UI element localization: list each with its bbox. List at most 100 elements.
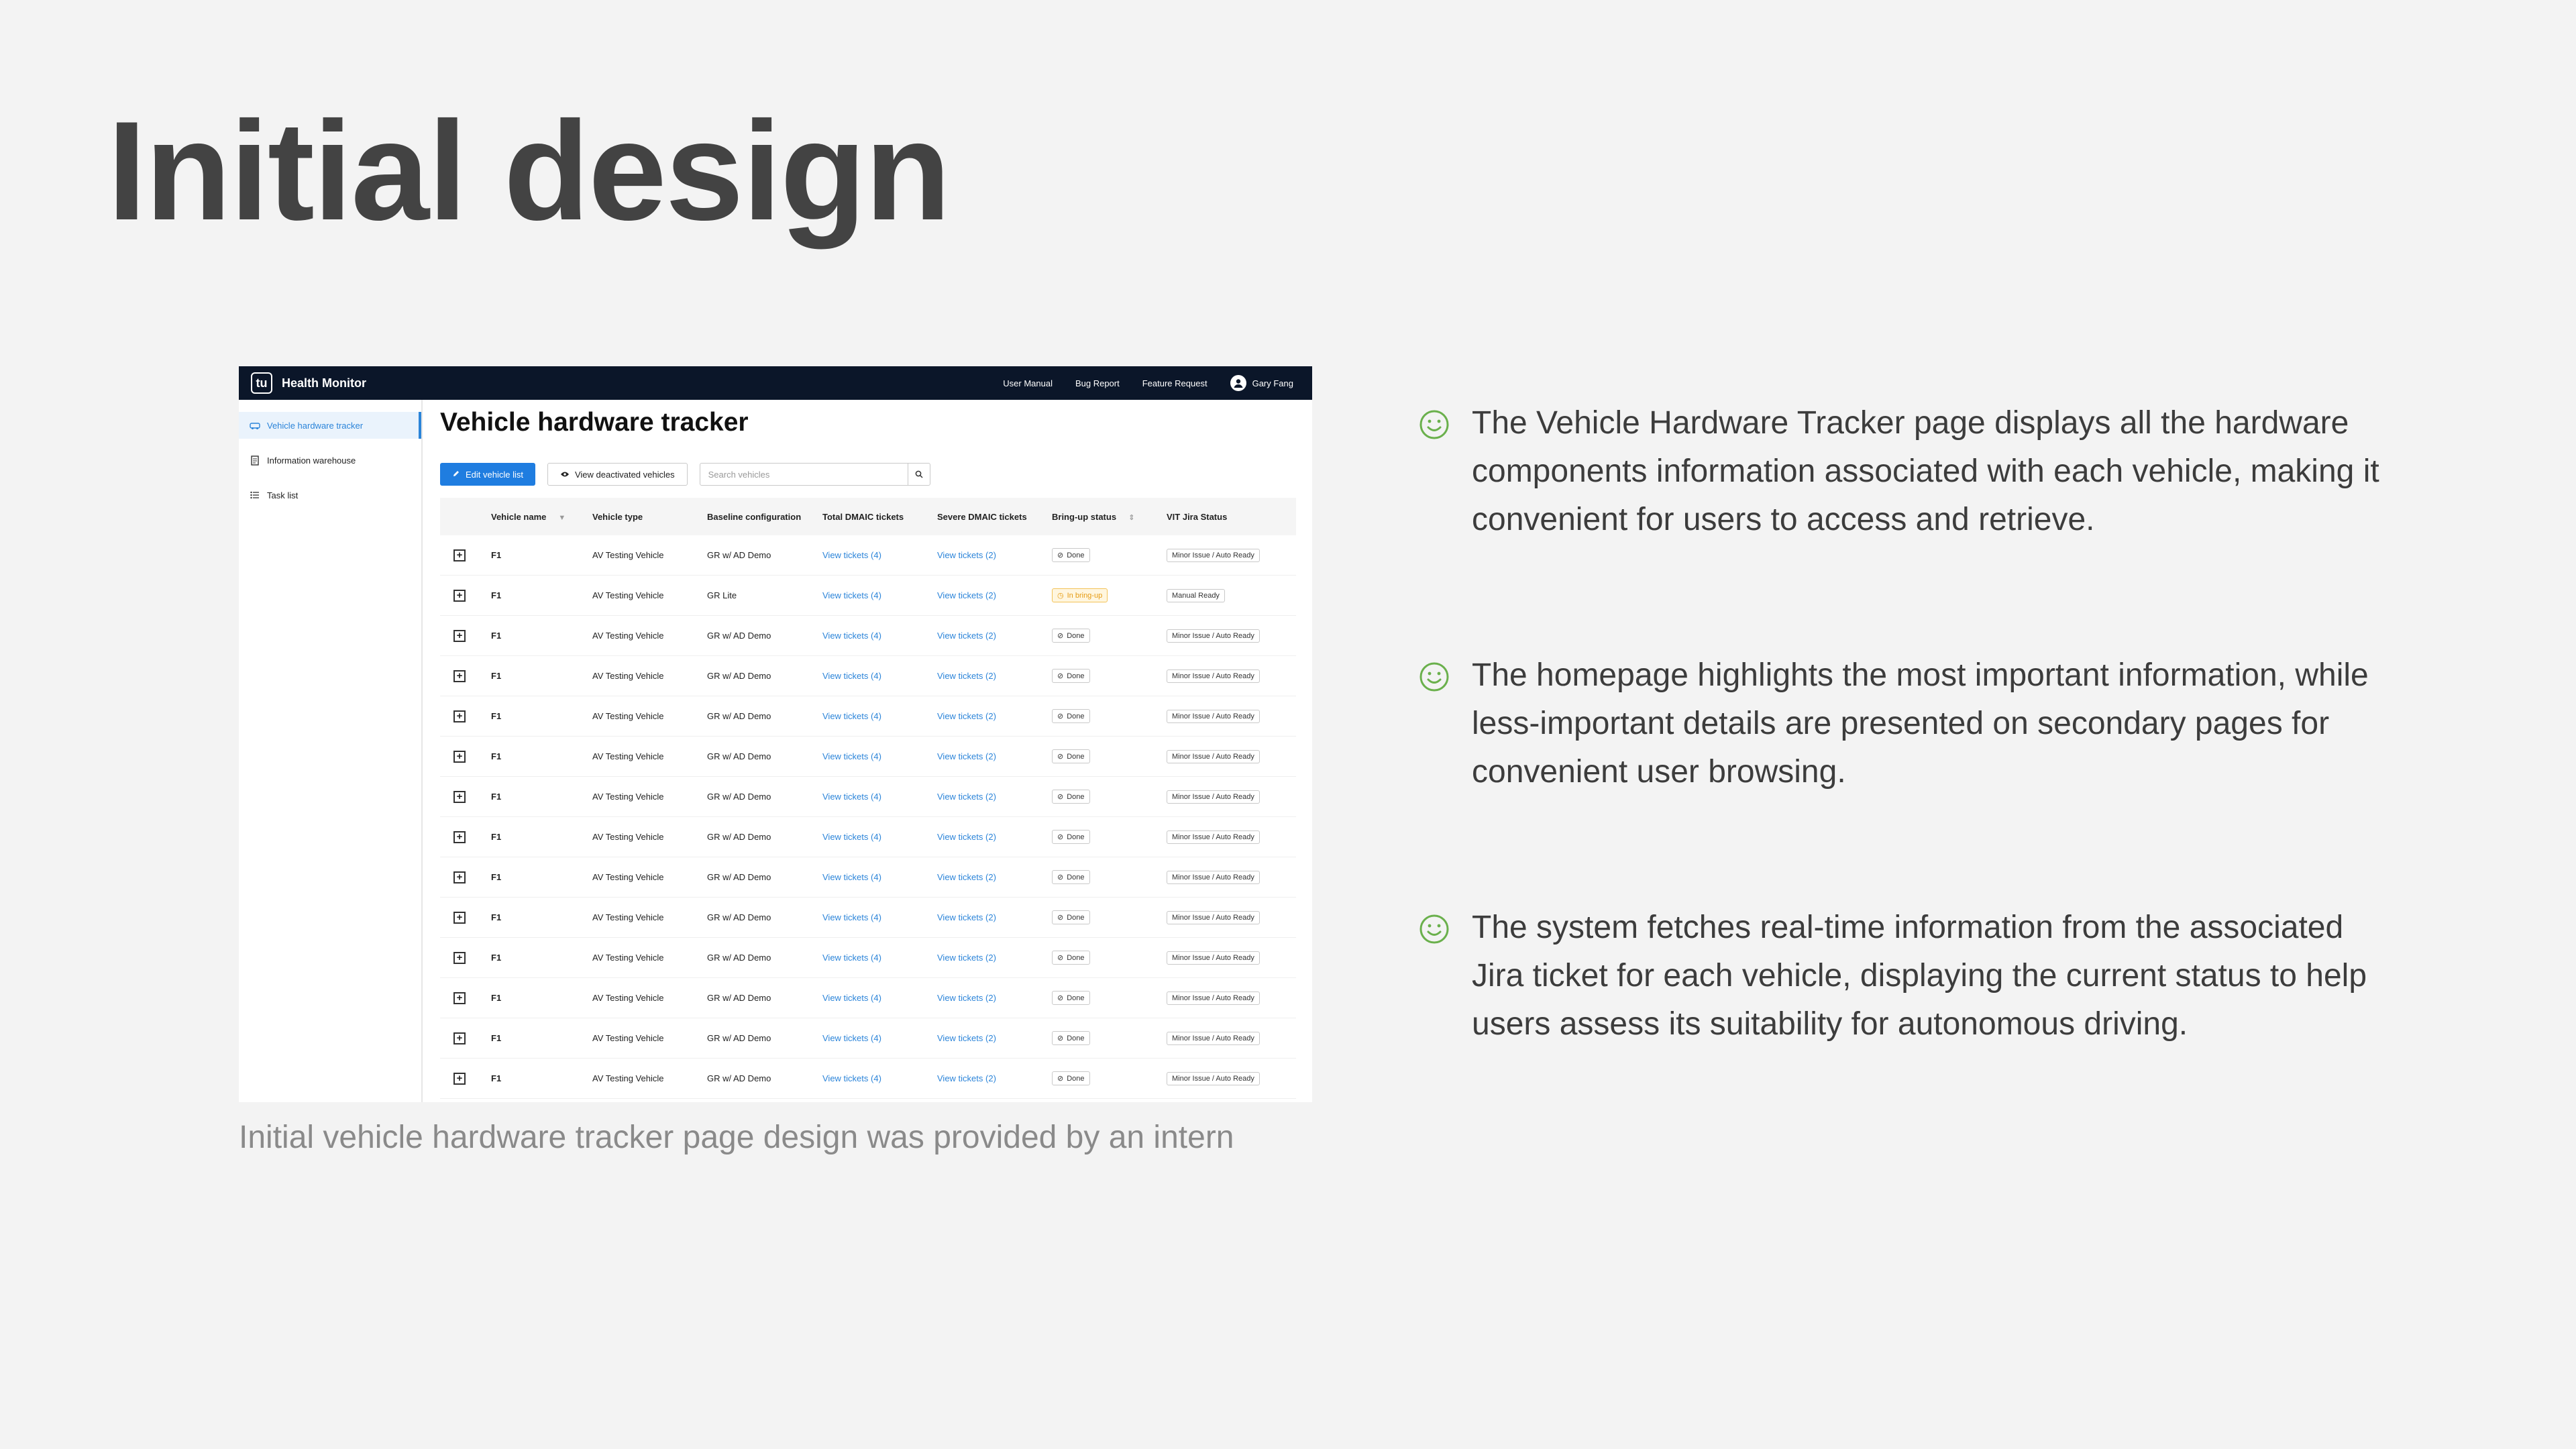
total-tickets-link[interactable]: View tickets (4) <box>822 1018 937 1059</box>
sidebar-item-vehicle-hardware-tracker[interactable]: Vehicle hardware tracker <box>239 412 421 439</box>
column-header: Total DMAIC tickets <box>822 511 904 522</box>
baseline-config-cell: GR w/ AD Demo <box>707 736 822 777</box>
jira-status-badge: Minor Issue / Auto Ready <box>1167 910 1260 924</box>
baseline-config-cell: GR w/ AD Demo <box>707 937 822 978</box>
total-tickets-link[interactable]: View tickets (4) <box>822 897 937 938</box>
total-tickets-link[interactable]: View tickets (4) <box>822 736 937 777</box>
severe-tickets-link[interactable]: View tickets (2) <box>937 857 1052 898</box>
user-manual-link[interactable]: User Manual <box>1003 378 1053 388</box>
bringup-status-badge: ⊘ Done <box>1052 951 1090 965</box>
expand-row-button[interactable]: + <box>453 669 466 682</box>
expand-row-button[interactable]: + <box>453 1032 466 1044</box>
feature-request-link[interactable]: Feature Request <box>1142 378 1208 388</box>
expand-row-button[interactable]: + <box>453 549 466 561</box>
vehicle-type-cell: AV Testing Vehicle <box>592 857 707 898</box>
total-tickets-link[interactable]: View tickets (4) <box>822 615 937 656</box>
sidebar-item-task-list[interactable]: Task list <box>239 482 421 508</box>
baseline-config-cell: GR w/ AD Demo <box>707 655 822 696</box>
total-tickets-link[interactable]: View tickets (4) <box>822 816 937 857</box>
filter-icon[interactable]: ▼ <box>558 514 566 522</box>
severe-tickets-link[interactable]: View tickets (2) <box>937 776 1052 817</box>
jira-status-badge: Minor Issue / Auto Ready <box>1167 749 1260 763</box>
bringup-status-badge: ⊘ Done <box>1052 709 1090 723</box>
table-row: + F1 AV Testing Vehicle GR w/ AD Demo View t… <box>440 776 1296 817</box>
edit-vehicle-list-button[interactable]: Edit vehicle list <box>440 463 535 486</box>
vehicle-name-cell: F1 <box>491 776 592 817</box>
vehicle-name-cell: F1 <box>491 977 592 1018</box>
jira-status-badge: Minor Issue / Auto Ready <box>1167 629 1260 643</box>
baseline-config-cell: GR Lite <box>707 575 822 616</box>
user-menu[interactable]: Gary Fang <box>1230 375 1293 391</box>
total-tickets-link[interactable]: View tickets (4) <box>822 857 937 898</box>
total-tickets-link[interactable]: View tickets (4) <box>822 535 937 576</box>
view-deactivated-vehicles-button[interactable]: View deactivated vehicles <box>547 463 688 486</box>
check-circle-icon: ⊘ <box>1057 833 1064 841</box>
total-tickets-link[interactable]: View tickets (4) <box>822 575 937 616</box>
baseline-config-cell: GR w/ AD Demo <box>707 615 822 656</box>
bringup-status-badge: ⊘ Done <box>1052 1071 1090 1085</box>
severe-tickets-link[interactable]: View tickets (2) <box>937 655 1052 696</box>
expand-row-button[interactable]: + <box>453 1072 466 1085</box>
bringup-status-badge: ◷ In bring-up <box>1052 588 1108 602</box>
vehicle-name-cell: F1 <box>491 535 592 576</box>
severe-tickets-link[interactable]: View tickets (2) <box>937 575 1052 616</box>
severe-tickets-link[interactable]: View tickets (2) <box>937 1018 1052 1059</box>
app-logo[interactable]: tu <box>251 372 272 394</box>
total-tickets-link[interactable]: View tickets (4) <box>822 696 937 737</box>
expand-row-button[interactable]: + <box>453 991 466 1004</box>
expand-row-button[interactable]: + <box>453 589 466 602</box>
expand-row-button[interactable]: + <box>453 629 466 642</box>
bug-report-link[interactable]: Bug Report <box>1075 378 1120 388</box>
expand-row-button[interactable]: + <box>453 710 466 722</box>
table-row: + F1 AV Testing Vehicle GR w/ AD Demo View t… <box>440 977 1296 1018</box>
jira-status-badge: Minor Issue / Auto Ready <box>1167 709 1260 723</box>
column-header[interactable]: Vehicle name ▼ <box>491 498 592 535</box>
vehicle-name-cell: F1 <box>491 696 592 737</box>
jira-status-badge: Minor Issue / Auto Ready <box>1167 830 1260 844</box>
table-row: + F1 AV Testing Vehicle GR w/ AD Demo View t… <box>440 937 1296 978</box>
severe-tickets-link[interactable]: View tickets (2) <box>937 615 1052 656</box>
severe-tickets-link[interactable]: View tickets (2) <box>937 937 1052 978</box>
sidebar-item-information-warehouse[interactable]: Information warehouse <box>239 447 421 474</box>
expand-row-button[interactable]: + <box>453 750 466 763</box>
table-row: + F1 AV Testing Vehicle GR w/ AD Demo View t… <box>440 816 1296 857</box>
total-tickets-link[interactable]: View tickets (4) <box>822 977 937 1018</box>
vehicle-name-cell: F1 <box>491 937 592 978</box>
search-vehicles-input[interactable]: Search vehicles <box>699 463 930 486</box>
expand-row-button[interactable]: + <box>453 790 466 803</box>
sidebar-item-label: Vehicle hardware tracker <box>267 420 364 431</box>
severe-tickets-link[interactable]: View tickets (2) <box>937 816 1052 857</box>
severe-tickets-link[interactable]: View tickets (2) <box>937 535 1052 576</box>
severe-tickets-link[interactable]: View tickets (2) <box>937 897 1052 938</box>
vehicle-type-cell: AV Testing Vehicle <box>592 696 707 737</box>
severe-tickets-link[interactable]: View tickets (2) <box>937 977 1052 1018</box>
total-tickets-link[interactable]: View tickets (4) <box>822 937 937 978</box>
expand-row-button[interactable]: + <box>453 830 466 843</box>
column-header: Baseline configuration <box>707 511 802 522</box>
check-circle-icon: ⊘ <box>1057 793 1064 801</box>
smile-icon <box>1418 661 1450 693</box>
search-icon[interactable] <box>907 464 930 485</box>
column-header: VIT Jira Status <box>1167 511 1228 522</box>
bringup-status-badge: ⊘ Done <box>1052 1031 1090 1045</box>
severe-tickets-link[interactable]: View tickets (2) <box>937 736 1052 777</box>
check-circle-icon: ⊘ <box>1057 994 1064 1002</box>
total-tickets-link[interactable]: View tickets (4) <box>822 776 937 817</box>
severe-tickets-link[interactable]: View tickets (2) <box>937 1058 1052 1099</box>
user-avatar-icon <box>1230 375 1246 391</box>
total-tickets-link[interactable]: View tickets (4) <box>822 1058 937 1099</box>
severe-tickets-link[interactable]: View tickets (2) <box>937 696 1052 737</box>
sort-icon[interactable]: ⇕ <box>1128 513 1134 522</box>
expand-row-button[interactable]: + <box>453 951 466 964</box>
table-row: + F1 AV Testing Vehicle GR w/ AD Demo View t… <box>440 897 1296 938</box>
jira-status-badge: Minor Issue / Auto Ready <box>1167 951 1260 965</box>
table-header-row: Vehicle name ▼ Vehicle type Baseline conf… <box>440 498 1296 535</box>
vehicle-name-cell: F1 <box>491 1058 592 1099</box>
jira-status-badge: Minor Issue / Auto Ready <box>1167 669 1260 683</box>
bringup-status-badge: ⊘ Done <box>1052 991 1090 1005</box>
bringup-status-badge: ⊘ Done <box>1052 830 1090 844</box>
expand-row-button[interactable]: + <box>453 871 466 883</box>
expand-row-button[interactable]: + <box>453 911 466 924</box>
column-header[interactable]: Bring-up status ⇕ <box>1052 498 1167 535</box>
total-tickets-link[interactable]: View tickets (4) <box>822 655 937 696</box>
